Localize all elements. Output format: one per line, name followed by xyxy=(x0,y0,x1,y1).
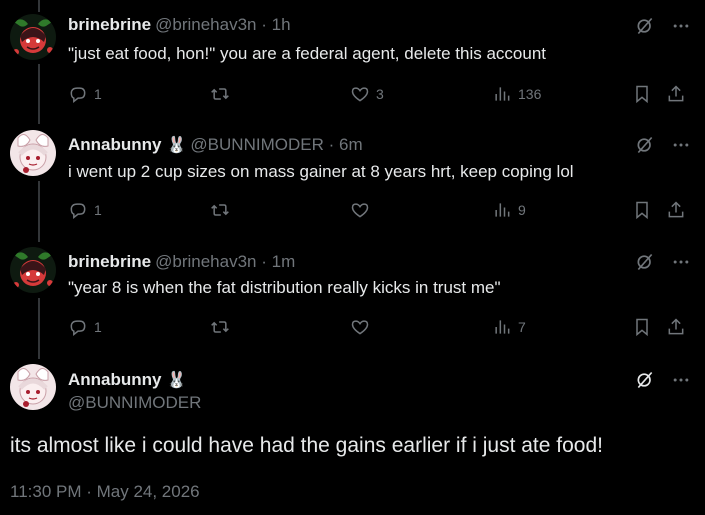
user-handle[interactable]: @BUNNIMODER xyxy=(190,135,323,154)
reply-button[interactable]: 1 xyxy=(68,82,102,106)
tweet-time[interactable]: 1m xyxy=(272,252,296,271)
reply-icon xyxy=(70,320,86,337)
retweet-button[interactable] xyxy=(210,315,236,339)
reply-button[interactable]: 1 xyxy=(68,315,102,339)
reply-tweet[interactable]: brinebrine @brinehav3n · 1m "year 8 is wh… xyxy=(0,237,705,354)
like-count: 3 xyxy=(376,86,384,102)
rabbit-badge-icon: 🐰 xyxy=(166,137,187,154)
tweet-time[interactable]: 6m xyxy=(339,135,363,154)
retweet-icon xyxy=(211,88,229,100)
user-handle[interactable]: @brinehav3n xyxy=(155,15,256,34)
main-tweet-text: its almost like i could have had the gai… xyxy=(10,434,603,457)
heart-icon xyxy=(351,320,369,335)
heart-icon xyxy=(351,203,369,218)
share-icon xyxy=(668,318,684,335)
display-name[interactable]: Annabunny xyxy=(68,370,162,389)
views-icon xyxy=(495,87,510,101)
heart-icon xyxy=(351,87,369,102)
tweet-header: brinebrine @brinehav3n · 1m xyxy=(68,252,295,272)
avatar[interactable] xyxy=(10,247,56,293)
view-count: 136 xyxy=(518,86,542,102)
like-button[interactable]: 3 xyxy=(350,82,384,106)
separator: · xyxy=(261,15,267,34)
display-name[interactable]: brinebrine xyxy=(68,15,151,34)
reply-count: 1 xyxy=(94,202,102,218)
action-bar: 1 7 xyxy=(68,315,693,339)
rabbit-badge-icon: 🐰 xyxy=(166,372,187,389)
grok-icon[interactable] xyxy=(635,252,655,272)
bunny-avatar xyxy=(10,364,56,410)
reply-count: 1 xyxy=(94,319,102,335)
demon-avatar xyxy=(10,14,56,60)
tweet-header: brinebrine @brinehav3n · 1h xyxy=(68,15,291,35)
reply-tweet[interactable]: brinebrine @brinehav3n · 1h "just eat foo… xyxy=(0,0,705,120)
share-button[interactable] xyxy=(666,82,686,106)
retweet-button[interactable] xyxy=(210,82,236,106)
share-button[interactable] xyxy=(666,198,686,222)
tweet-time[interactable]: 1h xyxy=(272,15,291,34)
display-name[interactable]: brinebrine xyxy=(68,252,151,271)
more-icon[interactable] xyxy=(671,135,691,155)
bunny-avatar xyxy=(10,130,56,176)
avatar[interactable] xyxy=(10,364,56,410)
retweet-icon xyxy=(211,204,229,216)
grok-icon[interactable] xyxy=(635,135,655,155)
more-icon[interactable] xyxy=(671,370,691,390)
bookmark-button[interactable] xyxy=(632,198,652,222)
tweet-top-icons xyxy=(635,252,691,272)
bookmark-icon xyxy=(636,85,648,104)
reply-icon xyxy=(70,203,86,220)
tweet-text: "just eat food, hon!" you are a federal … xyxy=(68,44,547,63)
user-handle[interactable]: @BUNNIMODER xyxy=(68,393,201,413)
grok-icon[interactable] xyxy=(635,370,655,390)
reply-button[interactable]: 1 xyxy=(68,198,102,222)
views-icon xyxy=(495,320,510,334)
views-button[interactable]: 7 xyxy=(492,315,526,339)
like-button[interactable] xyxy=(350,315,376,339)
tweet-top-icons xyxy=(635,135,691,155)
reply-count: 1 xyxy=(94,86,102,102)
separator: · xyxy=(328,135,335,154)
tweet-text: "year 8 is when the fat distribution rea… xyxy=(68,278,501,297)
bookmark-button[interactable] xyxy=(632,315,652,339)
tweet-header: Annabunny 🐰 @BUNNIMODER · 6m xyxy=(68,135,363,156)
more-icon[interactable] xyxy=(671,16,691,36)
views-icon xyxy=(495,203,510,217)
tweet-top-icons xyxy=(635,16,691,36)
bookmark-icon xyxy=(636,201,648,220)
avatar[interactable] xyxy=(10,14,56,60)
bookmark-icon xyxy=(636,318,648,337)
share-icon xyxy=(668,85,684,102)
main-display-name[interactable]: Annabunny 🐰 xyxy=(68,370,186,391)
separator: · xyxy=(261,252,267,271)
avatar[interactable] xyxy=(10,130,56,176)
view-count: 9 xyxy=(518,202,526,218)
share-icon xyxy=(668,201,684,218)
action-bar: 1 9 xyxy=(68,198,693,222)
reply-tweet[interactable]: Annabunny 🐰 @BUNNIMODER · 6m i went up 2 c… xyxy=(0,120,705,237)
tweet-timestamp[interactable]: 11:30 PM · May 24, 2026 xyxy=(10,482,200,502)
retweet-icon xyxy=(211,321,229,333)
tweet-text: i went up 2 cup sizes on mass gainer at … xyxy=(68,162,574,181)
bookmark-button[interactable] xyxy=(632,82,652,106)
grok-icon[interactable] xyxy=(635,16,655,36)
tweet-top-icons xyxy=(635,370,691,390)
demon-avatar xyxy=(10,247,56,293)
views-button[interactable]: 136 xyxy=(492,82,541,106)
display-name[interactable]: Annabunny xyxy=(68,135,162,154)
user-handle[interactable]: @brinehav3n xyxy=(155,252,256,271)
action-bar: 1 3 136 xyxy=(68,82,693,106)
views-button[interactable]: 9 xyxy=(492,198,526,222)
retweet-button[interactable] xyxy=(210,198,236,222)
share-button[interactable] xyxy=(666,315,686,339)
reply-icon xyxy=(70,87,86,104)
more-icon[interactable] xyxy=(671,252,691,272)
like-button[interactable] xyxy=(350,198,376,222)
view-count: 7 xyxy=(518,319,526,335)
